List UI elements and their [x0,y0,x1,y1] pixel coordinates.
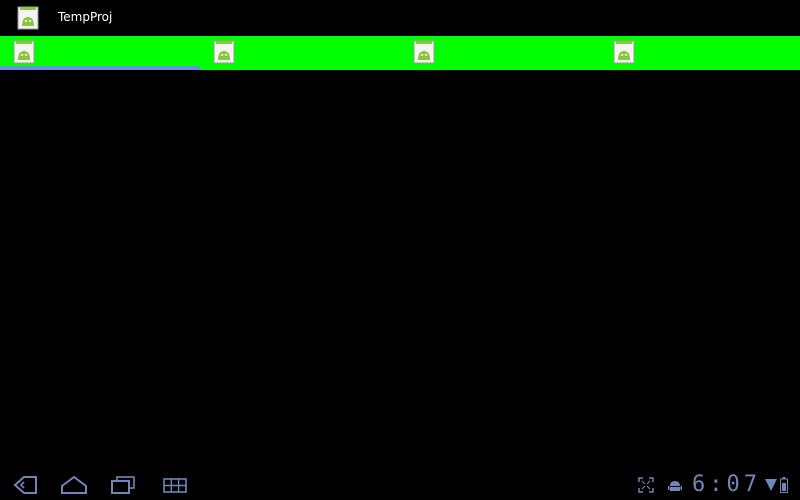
tab-3[interactable] [400,36,600,70]
action-bar: TempProj [0,0,800,36]
android-app-icon [13,40,35,64]
tab-bar [0,36,800,70]
android-app-icon[interactable] [17,6,39,30]
screen-compat-icon[interactable] [638,477,654,493]
menu-grid-icon[interactable] [162,475,188,495]
tab-2[interactable] [200,36,400,70]
battery-icon [780,477,788,493]
back-icon[interactable] [12,475,38,495]
clock: 6:07 [692,472,761,497]
content-area [0,70,800,470]
wifi-icon [765,479,777,491]
home-icon[interactable] [60,475,88,495]
android-app-icon [413,40,435,64]
recent-apps-icon[interactable] [110,475,136,495]
system-bar: 6:07 [0,470,800,500]
tab-4[interactable] [600,36,800,70]
tab-1[interactable] [0,36,200,70]
android-debug-icon [668,481,682,491]
screen: TempProj 6:07 [0,0,800,500]
android-app-icon [613,40,635,64]
android-app-icon [213,40,235,64]
app-title: TempProj [58,10,113,24]
